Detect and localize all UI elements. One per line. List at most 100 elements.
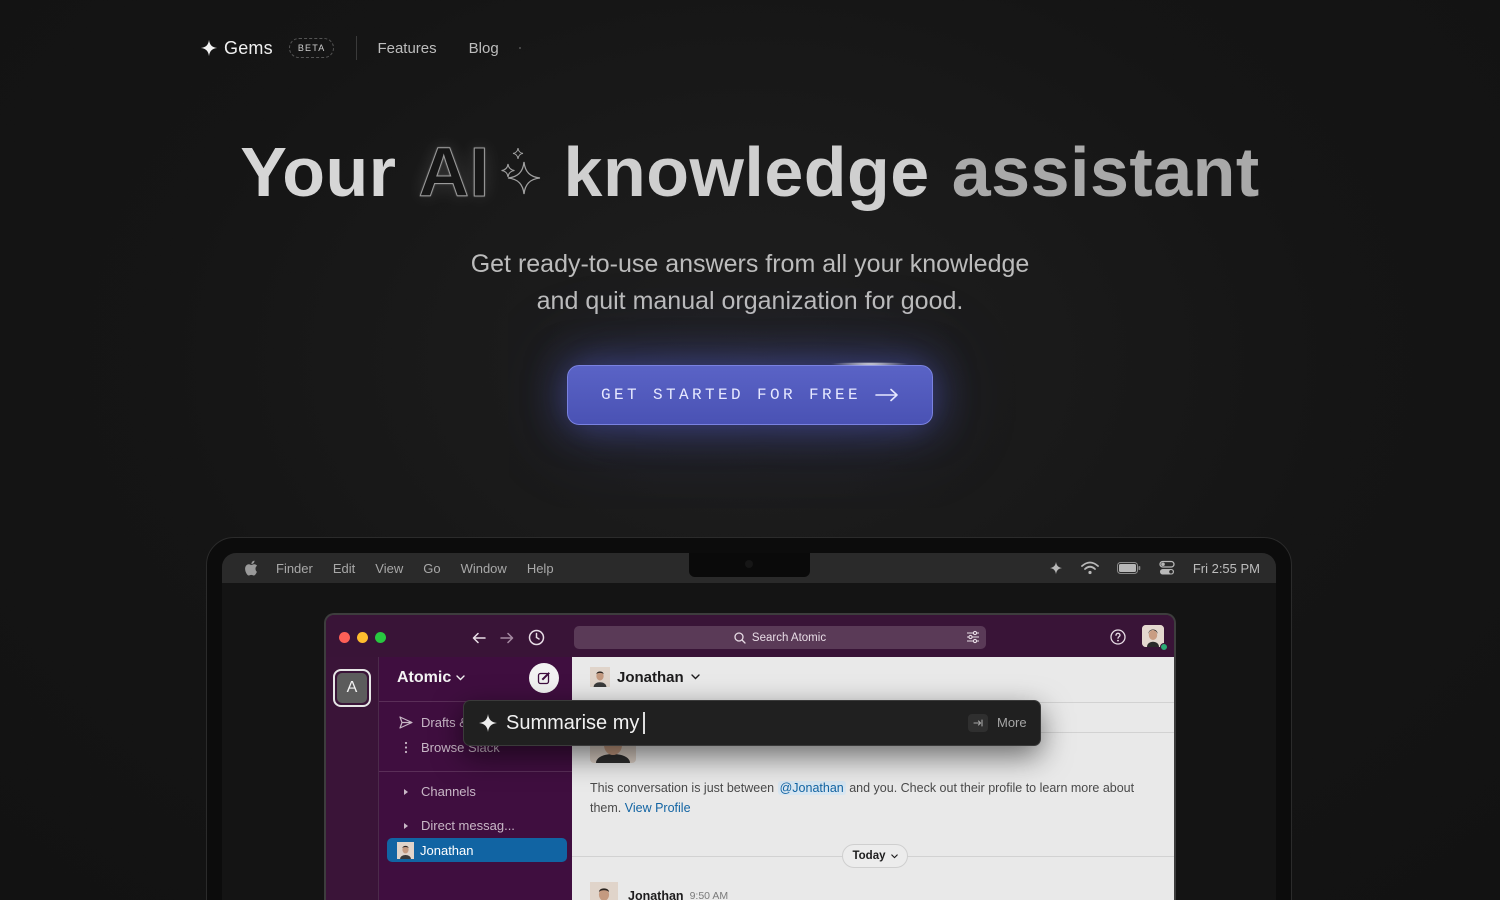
nav-dot <box>518 47 521 49</box>
search-placeholder: Search Atomic <box>751 631 827 644</box>
workspace-switcher[interactable]: A <box>333 669 371 707</box>
caret-right-icon <box>404 822 408 829</box>
hero-title-word: knowledge <box>563 133 930 211</box>
sidebar-item-label: Direct messag... <box>421 818 515 833</box>
history-controls <box>472 629 545 646</box>
hero-subtitle: Get ready-to-use answers from all your k… <box>0 246 1500 320</box>
apple-icon[interactable] <box>244 560 258 576</box>
help-icon[interactable] <box>1110 629 1126 645</box>
menu-edit[interactable]: Edit <box>333 561 355 576</box>
conversation-pane: Jonathan This conversation is just betwe… <box>572 657 1174 900</box>
workspace-initial: A <box>337 673 367 703</box>
sidebar-divider <box>379 771 573 772</box>
presence-indicator <box>1160 643 1168 651</box>
history-clock-icon[interactable] <box>528 629 545 646</box>
sparkle-icon[interactable] <box>1049 561 1063 575</box>
camera-lens <box>745 560 753 568</box>
send-icon <box>399 716 413 729</box>
nav-link-features[interactable]: Features <box>377 40 436 57</box>
gems-prompt-input[interactable]: Summarise my <box>506 712 645 735</box>
sidebar-item-jonathan[interactable]: Jonathan <box>387 838 567 862</box>
menu-view[interactable]: View <box>375 561 403 576</box>
close-window-button[interactable] <box>339 632 350 643</box>
view-profile-link[interactable]: View Profile <box>625 801 691 815</box>
menu-window[interactable]: Window <box>461 561 507 576</box>
hero-title-word: Your <box>240 133 397 211</box>
conversation-title[interactable]: Jonathan <box>590 667 700 687</box>
chevron-down-icon <box>690 674 700 680</box>
avatar <box>590 667 610 687</box>
hero-title-ai-text: AI <box>418 133 490 212</box>
sidebar-section-direct-messages[interactable]: Direct messag... <box>399 818 515 833</box>
hero-title-word: assistant <box>951 133 1260 211</box>
filter-sliders-icon[interactable] <box>966 630 980 644</box>
forward-arrow-icon[interactable] <box>500 632 514 644</box>
slack-window: Search Atomic A Atomic Drafts & sent Bro… <box>324 613 1176 900</box>
chevron-down-icon <box>890 853 898 858</box>
conversation-title-label: Jonathan <box>617 668 684 686</box>
chevron-down-icon <box>456 675 465 681</box>
more-vertical-icon <box>404 741 408 754</box>
app-toolbar: Search Atomic <box>326 615 1174 657</box>
avatar <box>397 841 414 859</box>
menu-go[interactable]: Go <box>423 561 440 576</box>
search-icon <box>734 631 746 644</box>
gems-prompt-value: Summarise my <box>506 711 640 734</box>
date-label: Today <box>852 850 886 862</box>
battery-icon[interactable] <box>1116 562 1141 574</box>
compose-button[interactable] <box>529 663 559 693</box>
workspace-rail: A <box>326 657 378 900</box>
date-divider-pill[interactable]: Today <box>842 844 908 868</box>
brand-logo[interactable]: Gems BETA <box>200 37 335 59</box>
message: Jonathan 9:50 AM <box>590 882 728 900</box>
ai-sparkle-icon <box>500 147 540 195</box>
brand-name: Gems <box>224 37 273 58</box>
zoom-window-button[interactable] <box>375 632 386 643</box>
text-caret <box>643 712 645 735</box>
search-input[interactable]: Search Atomic <box>574 626 986 649</box>
cta-highlight <box>830 362 910 366</box>
back-arrow-icon[interactable] <box>472 632 486 644</box>
more-button[interactable]: More <box>997 715 1027 730</box>
top-nav: Gems BETA Features Blog <box>200 32 521 64</box>
menubar-clock[interactable]: Fri 2:55 PM <box>1193 561 1260 576</box>
wifi-icon[interactable] <box>1080 561 1099 575</box>
get-started-button[interactable]: GET STARTED FOR FREE <box>567 365 933 425</box>
control-center-icon[interactable] <box>1159 560 1175 576</box>
mac-menubar: Finder Edit View Go Window Help Fri 2:55… <box>222 553 1276 583</box>
hero-subtitle-line: Get ready-to-use answers from all your k… <box>470 250 1030 278</box>
window-controls <box>339 632 386 643</box>
nav-divider <box>356 36 358 60</box>
menubar-status: Fri 2:55 PM <box>1049 553 1260 583</box>
hero-title-ai: AI <box>418 132 542 212</box>
message-author[interactable]: Jonathan <box>628 889 684 900</box>
camera-notch <box>689 553 810 577</box>
message-timestamp[interactable]: 9:50 AM <box>690 890 729 900</box>
intro-text-before: This conversation is just between <box>590 781 775 795</box>
workspace-name[interactable]: Atomic <box>397 669 465 687</box>
menu-finder[interactable]: Finder <box>276 561 313 576</box>
sidebar-section-channels[interactable]: Channels <box>399 784 476 799</box>
sidebar-item-label: Jonathan <box>420 842 474 858</box>
nav-link-blog[interactable]: Blog <box>469 40 499 57</box>
get-started-label: GET STARTED FOR FREE <box>600 386 862 404</box>
gems-command-bar: Summarise my More <box>463 700 1041 746</box>
avatar[interactable] <box>590 882 618 900</box>
sidebar-item-label: Channels <box>421 784 476 799</box>
beta-badge: BETA <box>288 38 335 58</box>
tab-key-hint <box>968 714 988 732</box>
hero-title: Your AI knowledge assistant <box>0 132 1500 212</box>
caret-right-icon <box>404 788 408 795</box>
sparkle-icon <box>479 714 497 732</box>
sparkle-icon <box>200 39 218 57</box>
tab-arrow-icon <box>973 719 983 727</box>
hero-subtitle-line: and quit manual organization for good. <box>536 287 964 315</box>
arrow-right-icon <box>875 388 898 402</box>
user-mention[interactable]: @Jonathan <box>777 781 846 795</box>
compose-icon <box>537 672 550 685</box>
menu-help[interactable]: Help <box>527 561 554 576</box>
channel-sidebar: Atomic Drafts & sent Browse Slack Channe… <box>378 657 573 900</box>
minimize-window-button[interactable] <box>357 632 368 643</box>
conversation-intro: This conversation is just between @Jonat… <box>590 778 1160 818</box>
workspace-name-label: Atomic <box>397 669 452 686</box>
